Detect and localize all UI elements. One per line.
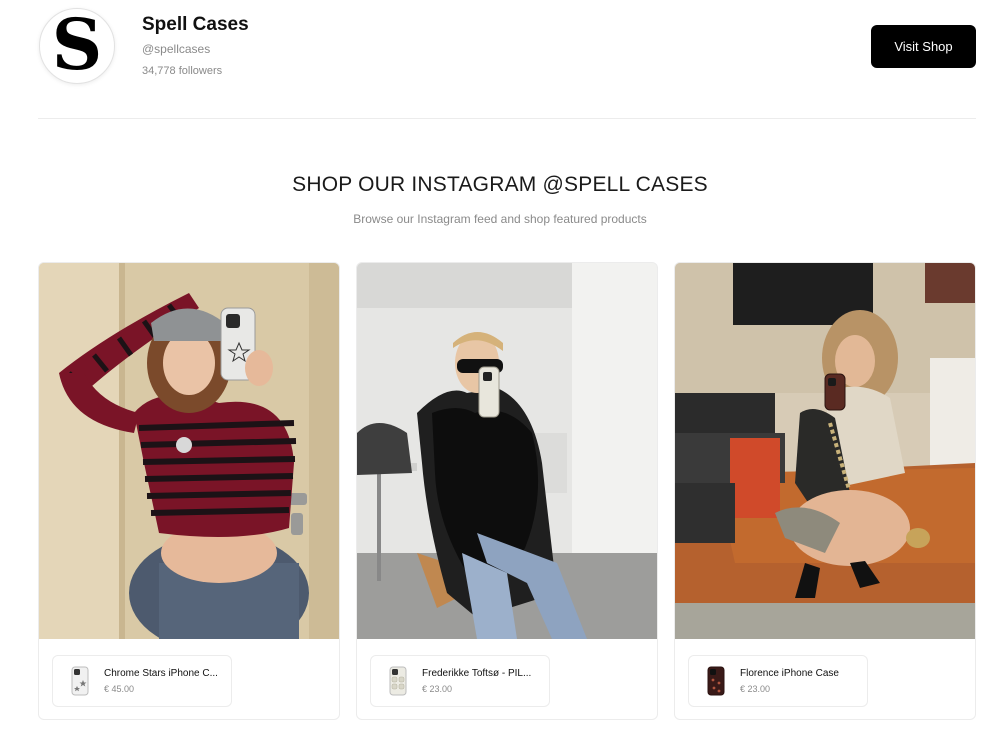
product-price: € 23.00 [740, 684, 771, 694]
post-photo-image [39, 263, 339, 639]
product-name: Frederikke Toftsø - PIL... [422, 668, 532, 679]
product-price: € 45.00 [104, 684, 135, 694]
post-photo[interactable] [675, 263, 975, 639]
product-price: € 23.00 [422, 684, 453, 694]
post-photo-image [357, 263, 657, 639]
shop-name[interactable]: Spell Cases [142, 14, 249, 36]
product-thumbnail [71, 666, 89, 696]
post-photo-image [675, 263, 975, 639]
product-thumbnail [707, 666, 725, 696]
visit-shop-button[interactable]: Visit Shop [871, 25, 976, 68]
instagram-post-card: Frederikke Toftsø - PIL... € 23.00 [356, 262, 658, 720]
shop-avatar[interactable]: S [39, 8, 115, 84]
product-name: Florence iPhone Case [740, 668, 839, 679]
post-photo[interactable] [39, 263, 339, 639]
instagram-post-card: Florence iPhone Case € 23.00 [674, 262, 976, 720]
section-subtitle: Browse our Instagram feed and shop featu… [353, 212, 647, 226]
tagged-product[interactable]: Florence iPhone Case € 23.00 [688, 655, 868, 707]
product-name: Chrome Stars iPhone C... [104, 668, 218, 679]
shop-header: S Spell Cases @spellcases 34,778 followe… [0, 0, 1000, 118]
follower-count: 34,778 followers [142, 65, 223, 77]
instagram-post-card: Chrome Stars iPhone C... € 45.00 [38, 262, 340, 720]
product-thumbnail [389, 666, 407, 696]
section-title: SHOP OUR INSTAGRAM @SPELL CASES [292, 173, 708, 196]
header-divider [38, 118, 976, 119]
avatar-letter: S [51, 8, 103, 84]
tagged-product[interactable]: Frederikke Toftsø - PIL... € 23.00 [370, 655, 550, 707]
tagged-product[interactable]: Chrome Stars iPhone C... € 45.00 [52, 655, 232, 707]
post-photo[interactable] [357, 263, 657, 639]
shop-handle: @spellcases [142, 42, 211, 56]
